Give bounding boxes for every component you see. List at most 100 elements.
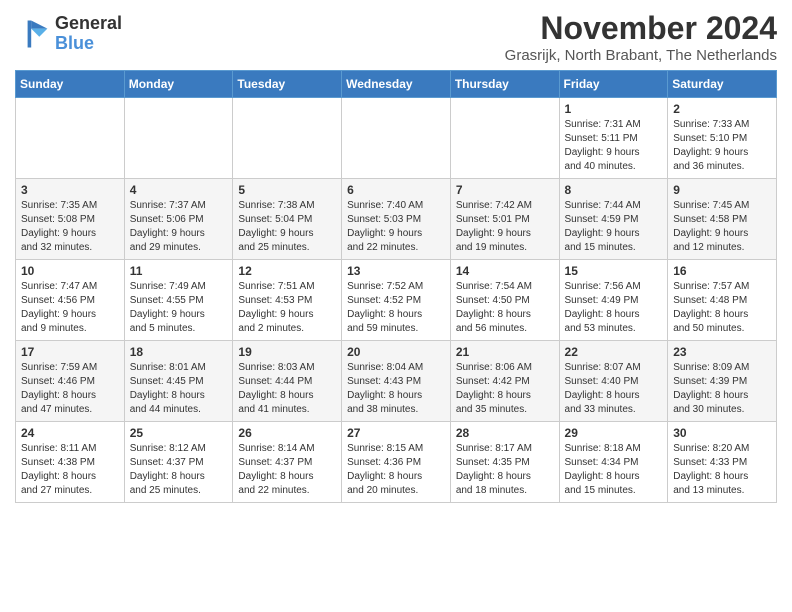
day-number: 2 — [673, 102, 771, 116]
week-row-5: 24 Sunrise: 8:11 AM Sunset: 4:38 PM Dayli… — [16, 422, 777, 503]
calendar-cell: 24 Sunrise: 8:11 AM Sunset: 4:38 PM Dayli… — [16, 422, 125, 503]
calendar-cell: 1 Sunrise: 7:31 AM Sunset: 5:11 PM Daylig… — [559, 98, 668, 179]
calendar-cell: 22 Sunrise: 8:07 AM Sunset: 4:40 PM Dayli… — [559, 341, 668, 422]
calendar-cell: 25 Sunrise: 8:12 AM Sunset: 4:37 PM Dayli… — [124, 422, 233, 503]
day-number: 25 — [130, 426, 228, 440]
day-info: Sunrise: 8:12 AM Sunset: 4:37 PM Dayligh… — [130, 442, 228, 498]
calendar-cell: 27 Sunrise: 8:15 AM Sunset: 4:36 PM Dayli… — [342, 422, 451, 503]
calendar-table: SundayMondayTuesdayWednesdayThursdayFrid… — [15, 70, 777, 503]
weekday-header-sunday: Sunday — [16, 71, 125, 98]
header: General Blue November 2024 Grasrijk, Nor… — [15, 10, 777, 64]
day-number: 5 — [238, 183, 336, 197]
calendar-cell: 17 Sunrise: 7:59 AM Sunset: 4:46 PM Dayli… — [16, 341, 125, 422]
calendar-cell — [342, 98, 451, 179]
day-info: Sunrise: 7:54 AM Sunset: 4:50 PM Dayligh… — [456, 280, 554, 336]
day-info: Sunrise: 7:44 AM Sunset: 4:59 PM Dayligh… — [565, 199, 663, 255]
day-number: 3 — [21, 183, 119, 197]
day-info: Sunrise: 7:31 AM Sunset: 5:11 PM Dayligh… — [565, 118, 663, 174]
calendar-cell — [16, 98, 125, 179]
day-info: Sunrise: 7:42 AM Sunset: 5:01 PM Dayligh… — [456, 199, 554, 255]
day-number: 29 — [565, 426, 663, 440]
day-number: 10 — [21, 264, 119, 278]
day-info: Sunrise: 7:49 AM Sunset: 4:55 PM Dayligh… — [130, 280, 228, 336]
week-row-4: 17 Sunrise: 7:59 AM Sunset: 4:46 PM Dayli… — [16, 341, 777, 422]
logo-icon — [15, 16, 51, 52]
day-info: Sunrise: 8:17 AM Sunset: 4:35 PM Dayligh… — [456, 442, 554, 498]
day-number: 19 — [238, 345, 336, 359]
day-info: Sunrise: 8:11 AM Sunset: 4:38 PM Dayligh… — [21, 442, 119, 498]
day-info: Sunrise: 7:51 AM Sunset: 4:53 PM Dayligh… — [238, 280, 336, 336]
day-info: Sunrise: 8:20 AM Sunset: 4:33 PM Dayligh… — [673, 442, 771, 498]
calendar-cell: 5 Sunrise: 7:38 AM Sunset: 5:04 PM Daylig… — [233, 179, 342, 260]
calendar-cell: 11 Sunrise: 7:49 AM Sunset: 4:55 PM Dayli… — [124, 260, 233, 341]
day-info: Sunrise: 7:45 AM Sunset: 4:58 PM Dayligh… — [673, 199, 771, 255]
calendar-cell: 12 Sunrise: 7:51 AM Sunset: 4:53 PM Dayli… — [233, 260, 342, 341]
day-number: 8 — [565, 183, 663, 197]
day-info: Sunrise: 7:38 AM Sunset: 5:04 PM Dayligh… — [238, 199, 336, 255]
day-info: Sunrise: 8:04 AM Sunset: 4:43 PM Dayligh… — [347, 361, 445, 417]
calendar-cell: 10Sunrise: 7:47 AM Sunset: 4:56 PM Dayli… — [16, 260, 125, 341]
calendar-cell: 23Sunrise: 8:09 AM Sunset: 4:39 PM Dayli… — [668, 341, 777, 422]
calendar-cell — [450, 98, 559, 179]
title-area: November 2024 Grasrijk, North Brabant, T… — [505, 10, 777, 64]
day-info: Sunrise: 8:18 AM Sunset: 4:34 PM Dayligh… — [565, 442, 663, 498]
day-info: Sunrise: 8:01 AM Sunset: 4:45 PM Dayligh… — [130, 361, 228, 417]
calendar-cell: 2Sunrise: 7:33 AM Sunset: 5:10 PM Daylig… — [668, 98, 777, 179]
calendar-cell — [233, 98, 342, 179]
day-number: 20 — [347, 345, 445, 359]
day-number: 1 — [565, 102, 663, 116]
page: General Blue November 2024 Grasrijk, Nor… — [0, 0, 792, 513]
day-number: 6 — [347, 183, 445, 197]
day-info: Sunrise: 8:03 AM Sunset: 4:44 PM Dayligh… — [238, 361, 336, 417]
calendar-cell: 26Sunrise: 8:14 AM Sunset: 4:37 PM Dayli… — [233, 422, 342, 503]
day-info: Sunrise: 8:14 AM Sunset: 4:37 PM Dayligh… — [238, 442, 336, 498]
day-number: 7 — [456, 183, 554, 197]
day-number: 9 — [673, 183, 771, 197]
day-number: 27 — [347, 426, 445, 440]
weekday-header-tuesday: Tuesday — [233, 71, 342, 98]
week-row-1: 1 Sunrise: 7:31 AM Sunset: 5:11 PM Daylig… — [16, 98, 777, 179]
day-number: 30 — [673, 426, 771, 440]
calendar-cell: 18Sunrise: 8:01 AM Sunset: 4:45 PM Dayli… — [124, 341, 233, 422]
day-number: 12 — [238, 264, 336, 278]
day-info: Sunrise: 7:37 AM Sunset: 5:06 PM Dayligh… — [130, 199, 228, 255]
day-number: 24 — [21, 426, 119, 440]
day-info: Sunrise: 7:52 AM Sunset: 4:52 PM Dayligh… — [347, 280, 445, 336]
day-number: 17 — [21, 345, 119, 359]
day-info: Sunrise: 8:15 AM Sunset: 4:36 PM Dayligh… — [347, 442, 445, 498]
calendar-cell: 15Sunrise: 7:56 AM Sunset: 4:49 PM Dayli… — [559, 260, 668, 341]
day-number: 13 — [347, 264, 445, 278]
day-info: Sunrise: 8:07 AM Sunset: 4:40 PM Dayligh… — [565, 361, 663, 417]
day-number: 4 — [130, 183, 228, 197]
calendar-cell: 7 Sunrise: 7:42 AM Sunset: 5:01 PM Daylig… — [450, 179, 559, 260]
month-title: November 2024 — [505, 10, 777, 47]
day-info: Sunrise: 7:35 AM Sunset: 5:08 PM Dayligh… — [21, 199, 119, 255]
day-number: 15 — [565, 264, 663, 278]
calendar-cell: 21Sunrise: 8:06 AM Sunset: 4:42 PM Dayli… — [450, 341, 559, 422]
day-number: 22 — [565, 345, 663, 359]
week-row-3: 10Sunrise: 7:47 AM Sunset: 4:56 PM Dayli… — [16, 260, 777, 341]
logo: General Blue — [15, 14, 122, 54]
weekday-header-thursday: Thursday — [450, 71, 559, 98]
day-number: 14 — [456, 264, 554, 278]
day-number: 21 — [456, 345, 554, 359]
day-number: 11 — [130, 264, 228, 278]
calendar-cell: 3 Sunrise: 7:35 AM Sunset: 5:08 PM Daylig… — [16, 179, 125, 260]
calendar-cell: 9 Sunrise: 7:45 AM Sunset: 4:58 PM Daylig… — [668, 179, 777, 260]
location: Grasrijk, North Brabant, The Netherlands — [505, 47, 777, 64]
calendar-cell: 29 Sunrise: 8:18 AM Sunset: 4:34 PM Dayli… — [559, 422, 668, 503]
calendar-cell: 28Sunrise: 8:17 AM Sunset: 4:35 PM Dayli… — [450, 422, 559, 503]
calendar-cell: 16 Sunrise: 7:57 AM Sunset: 4:48 PM Dayli… — [668, 260, 777, 341]
day-info: Sunrise: 7:59 AM Sunset: 4:46 PM Dayligh… — [21, 361, 119, 417]
day-info: Sunrise: 7:57 AM Sunset: 4:48 PM Dayligh… — [673, 280, 771, 336]
calendar-cell: 14 Sunrise: 7:54 AM Sunset: 4:50 PM Dayli… — [450, 260, 559, 341]
calendar-cell: 13 Sunrise: 7:52 AM Sunset: 4:52 PM Dayli… — [342, 260, 451, 341]
day-number: 16 — [673, 264, 771, 278]
day-info: Sunrise: 8:09 AM Sunset: 4:39 PM Dayligh… — [673, 361, 771, 417]
weekday-header-wednesday: Wednesday — [342, 71, 451, 98]
calendar-cell — [124, 98, 233, 179]
calendar-cell: 8 Sunrise: 7:44 AM Sunset: 4:59 PM Daylig… — [559, 179, 668, 260]
calendar-cell: 19 Sunrise: 8:03 AM Sunset: 4:44 PM Dayli… — [233, 341, 342, 422]
weekday-header-friday: Friday — [559, 71, 668, 98]
logo-text: General Blue — [55, 14, 122, 54]
